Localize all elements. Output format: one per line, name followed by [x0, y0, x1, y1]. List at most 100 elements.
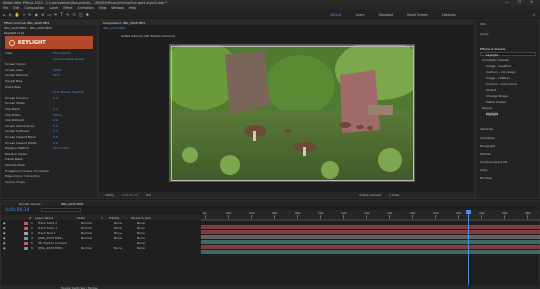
layer-name[interactable]: [IMG_2025.MP4] — [38, 246, 78, 250]
pen-tool-icon[interactable]: ✒ — [54, 12, 57, 17]
effects-tree-item[interactable]: Image - Utilities — [486, 76, 510, 80]
effects-tree-item[interactable]: Cartoon - ink resign — [486, 70, 516, 74]
layer-track-bar[interactable] — [201, 245, 540, 249]
effect-property-value[interactable]: Soft Colour — [53, 146, 70, 150]
timeline-timecode[interactable]: 0;00;00;14 — [5, 208, 30, 213]
layer-trkmat[interactable]: None — [114, 246, 134, 250]
effect-property-value[interactable]: 0.0 — [53, 107, 58, 111]
effect-property-row[interactable]: Alpha Bias — [5, 85, 95, 89]
layer-mode[interactable]: Normal — [81, 236, 103, 240]
menu-help[interactable]: Help — [129, 6, 136, 10]
effect-property-row[interactable]: Screen Shrink/Grow 0.0 — [5, 124, 95, 128]
puppet-tool-icon[interactable]: ✱ — [86, 12, 89, 17]
effect-name[interactable]: Keylight (1.2) — [4, 31, 24, 35]
layer-parent[interactable]: None — [137, 246, 145, 250]
timeline-tab[interactable]: IMG_2025.MP4 — [61, 202, 83, 206]
effect-property-row[interactable]: Outside Mask — [5, 163, 95, 167]
layer-mode[interactable]: Normal — [81, 226, 103, 230]
home-icon[interactable]: ⌂ — [3, 12, 6, 17]
workspace-libraries[interactable]: Libraries — [442, 13, 456, 17]
layer-color-label[interactable] — [24, 246, 28, 250]
libraries-section[interactable]: Libraries — [480, 127, 493, 131]
effects-tree-item[interactable]: Keylight — [486, 112, 499, 116]
zoom-level[interactable]: 100% — [105, 193, 114, 197]
effect-property-row[interactable]: Clip White 100.0 — [5, 113, 95, 117]
layer-track-bar[interactable] — [201, 225, 540, 229]
layer-name[interactable]: 3D Tracker Camera — [38, 241, 78, 245]
layer-track-bar[interactable] — [201, 230, 540, 234]
layer-row[interactable]: ◉ 6 [IMG_2025.MP4] Normal None None — [1, 246, 201, 250]
effect-property-row[interactable]: Lock Biases Together — [5, 90, 95, 94]
workspace-standard[interactable]: Standard — [379, 13, 394, 17]
layer-name[interactable]: [IMG_2025.MP4] — [38, 236, 78, 240]
pan-tool-icon[interactable]: ⊕ — [41, 12, 44, 17]
effect-property-row[interactable]: Source Crops — [5, 180, 95, 184]
audio-section[interactable]: Audio — [480, 32, 489, 36]
menu-animation[interactable]: Animation — [78, 6, 94, 10]
effect-property-value[interactable]: 0.0 — [53, 96, 58, 100]
effect-property-row[interactable]: Screen Matte — [5, 101, 95, 105]
playhead[interactable] — [468, 210, 469, 288]
stamp-tool-icon[interactable]: ⎔ — [72, 12, 76, 17]
tracker-section[interactable]: Tracker — [480, 152, 491, 156]
menu-composition[interactable]: Composition — [25, 6, 45, 10]
paragraph-section[interactable]: Paragraph — [480, 144, 495, 148]
menu-layer[interactable]: Layer — [49, 6, 58, 10]
effect-property-value[interactable]: Final Result — [53, 51, 70, 55]
workspace-default[interactable]: Default — [330, 13, 342, 17]
effect-property-row[interactable]: Screen Gain 100.0 — [5, 68, 95, 72]
effect-property-row[interactable]: Edge Colour Correction — [5, 174, 95, 178]
layer-row[interactable]: ◉ 1 Track Solid 2 Normal None None — [1, 221, 201, 225]
hand-tool-icon[interactable]: ✋ — [15, 12, 20, 17]
visibility-icon[interactable]: ◉ — [3, 226, 7, 230]
toggle-switches-modes[interactable]: Toggle Switches / Modes — [61, 286, 98, 289]
menu-effect[interactable]: Effect — [63, 6, 72, 10]
effect-property-value[interactable]: 0.0 — [53, 118, 58, 122]
brush-tool-icon[interactable]: ✎ — [66, 12, 69, 17]
type-tool-icon[interactable]: T — [61, 12, 63, 17]
effect-property-row[interactable]: Replace Colour — [5, 152, 95, 156]
effects-tree-item[interactable]: Distort — [486, 88, 496, 92]
menu-window[interactable]: Window — [111, 6, 124, 10]
layer-name[interactable]: Track Solid 2 — [38, 221, 78, 225]
render-queue-tab[interactable]: Render Queue — [19, 202, 41, 206]
effect-property-row[interactable]: Screen Pre-blur 0.0 — [5, 96, 95, 100]
effect-property-value[interactable]: 0.0 — [53, 135, 58, 139]
effects-tree-item[interactable]: Image - Creative — [486, 64, 511, 68]
views-select[interactable]: 1 View — [389, 193, 399, 197]
align-section[interactable]: Align — [480, 168, 488, 172]
window-controls[interactable]: — ☐ ✕ — [505, 0, 537, 4]
effect-property-value[interactable]: 100.0 — [53, 113, 62, 117]
effects-presets-section[interactable]: Effects & Presets — [480, 47, 505, 51]
brushes-section[interactable]: Brushes — [480, 176, 492, 180]
layer-parent[interactable]: None — [137, 231, 145, 235]
effect-property-row[interactable]: Despill Bias — [5, 79, 95, 83]
effect-property-row[interactable]: Unpremultiply Result — [5, 57, 95, 61]
layer-name[interactable]: Track Solid 1 — [38, 226, 78, 230]
layer-mode[interactable]: Normal — [81, 231, 103, 235]
layer-color-label[interactable] — [24, 231, 28, 235]
layer-trkmat[interactable]: None — [114, 221, 134, 225]
effects-tree-item[interactable]: Keying — [482, 106, 492, 110]
layer-trkmat[interactable]: None — [114, 231, 134, 235]
effect-property-value[interactable]: 0.0 — [53, 141, 58, 145]
workspace-small-screen[interactable]: Small Screen — [407, 13, 428, 17]
layer-parent[interactable]: None — [137, 241, 145, 245]
effects-tree-item[interactable]: Cartoon - Luminance — [486, 82, 517, 86]
effect-property-row[interactable]: Foreground Colour Correction — [5, 169, 95, 173]
effect-property-row[interactable]: Screen Despot Black 0.0 — [5, 135, 95, 139]
comp-timecode[interactable]: 0;00;00;14 — [122, 193, 138, 197]
layer-color-label[interactable] — [24, 221, 28, 225]
layer-parent[interactable]: None — [137, 236, 145, 240]
selection-tool-icon[interactable]: ➤ — [9, 12, 12, 17]
effects-search-field[interactable]: ⌕ keylight — [480, 52, 536, 57]
tool-icons[interactable]: ⌂ ➤ ✋ ⌕ ↻ ◉ ⊕ ▭ ✒ T ✎ ⎔ ◫ ✱ — [3, 12, 89, 17]
info-section[interactable]: Info — [480, 22, 486, 26]
layer-mode[interactable]: Normal — [81, 246, 103, 250]
camera-tool-icon[interactable]: ◉ — [35, 12, 39, 17]
effect-property-value[interactable]: 0.0 — [53, 124, 58, 128]
effect-property-row[interactable]: Screen Softness 0.0 — [5, 129, 95, 133]
time-ruler[interactable]: 0s 02s 04s 06s 08s 10s 12s 14s 16s 18s 20s 22s 24s 26… — [201, 210, 540, 219]
layer-color-label[interactable] — [24, 236, 28, 240]
composition-sub-tab[interactable]: IMG_2025.MP4 — [103, 26, 125, 30]
